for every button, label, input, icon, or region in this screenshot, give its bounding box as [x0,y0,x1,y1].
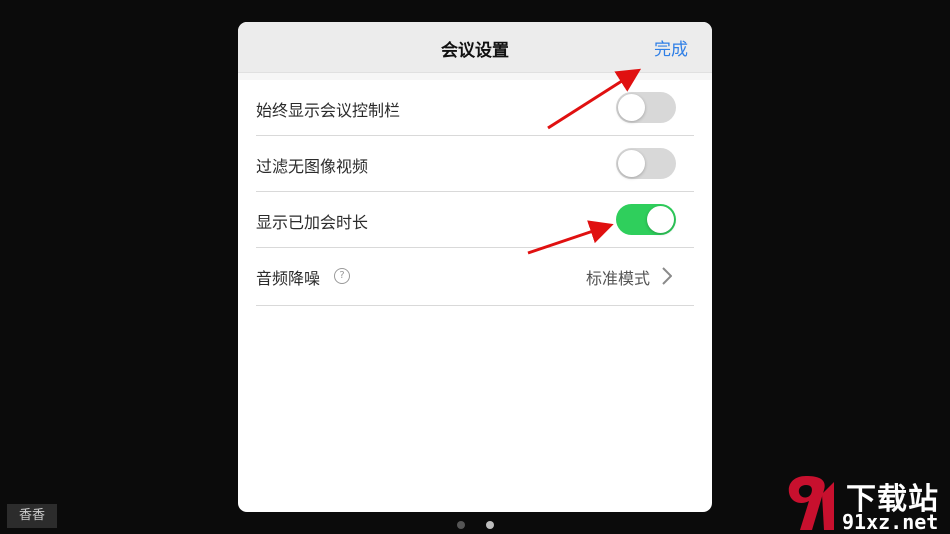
page-indicator [457,514,510,533]
watermark-logo [788,476,834,530]
watermark-url: 91xz.net [842,510,939,534]
page-dot[interactable] [457,521,465,529]
red-arrow-icon [527,68,642,255]
corner-tag: 香香 [7,504,57,528]
watermark: 下载站 91xz.net [782,472,950,534]
screen: 会议设置 完成 始终显示会议控制栏 过滤无图像视频 显示已加会时长 音频降噪 ?… [0,0,950,534]
page-dot-active[interactable] [486,521,495,529]
